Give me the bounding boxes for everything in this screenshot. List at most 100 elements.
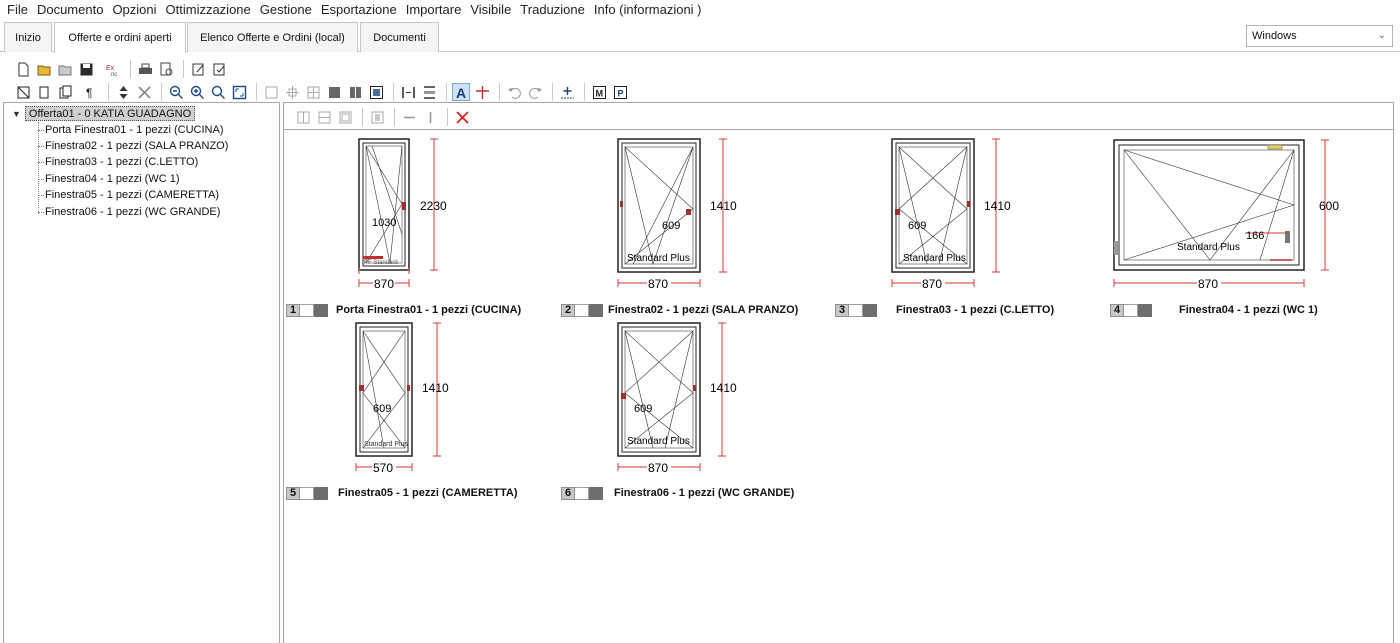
menu-ottimizzazione[interactable]: Ottimizzazione (166, 2, 251, 17)
paste-icon[interactable] (56, 83, 74, 101)
window-width-dim: 570 (373, 461, 393, 475)
frame-icon[interactable] (336, 108, 354, 126)
menu-importare[interactable]: Importare (406, 2, 462, 17)
new-icon[interactable] (14, 60, 32, 78)
window-number: 3 (835, 303, 849, 317)
menu-opzioni[interactable]: Opzioni (112, 2, 156, 17)
window-drawing[interactable]: 1030 PF Standard 2230 (350, 136, 450, 274)
save-icon[interactable] (77, 60, 95, 78)
toolbar-separator (446, 83, 447, 101)
window-drawing[interactable]: 166 Standard Plus 600 (1110, 136, 1350, 274)
window-width-dim: 870 (1198, 277, 1218, 291)
menu-documento[interactable]: Documento (37, 2, 103, 17)
tab-strip: Inizio Offerte e ordini aperti Elenco Of… (0, 18, 1400, 53)
tab-offerte-ordini-aperti[interactable]: Offerte e ordini aperti (54, 22, 186, 53)
window-card-label[interactable]: 2 Finestra02 - 1 pezzi (SALA PRANZO) (561, 302, 798, 318)
window-width-dimension: 570 (355, 460, 413, 475)
window-card-label[interactable]: 5 Finestra05 - 1 pezzi (CAMERETTA) (286, 485, 518, 501)
text-icon[interactable]: A (452, 83, 470, 101)
move-updown-icon[interactable] (114, 83, 132, 101)
delete-icon[interactable] (135, 83, 153, 101)
split-v-icon[interactable] (294, 108, 312, 126)
window-drawing[interactable]: 609 Standard Plus 1410 (613, 136, 743, 274)
layout-window-icon[interactable] (367, 83, 385, 101)
open-folder-icon[interactable] (56, 60, 74, 78)
zoom-out-icon[interactable] (167, 83, 185, 101)
window-title: Finestra04 - 1 pezzi (WC 1) (1179, 304, 1318, 316)
window-sash-dim: 609 (662, 220, 680, 232)
tree-root-label[interactable]: Offerta01 - 0 KATIA GUADAGNO (24, 106, 196, 121)
p-icon[interactable]: P (611, 83, 629, 101)
drawing-toolbar (284, 103, 1393, 130)
zoom-in-icon[interactable] (188, 83, 206, 101)
split-h-icon[interactable] (315, 108, 333, 126)
layout-columns-icon[interactable] (346, 83, 364, 101)
tab-documenti[interactable]: Documenti (360, 22, 439, 52)
tree-root[interactable]: ▼ Offerta01 - 0 KATIA GUADAGNO (12, 106, 196, 121)
undo-icon[interactable] (505, 83, 523, 101)
add-point-icon[interactable] (558, 83, 576, 101)
edit-icon[interactable] (189, 60, 207, 78)
tree-item[interactable]: Finestra03 - 1 pezzi (C.LETTO) (45, 155, 198, 170)
frame2-icon[interactable] (368, 108, 386, 126)
m-icon[interactable]: M (590, 83, 608, 101)
copy-icon[interactable] (35, 83, 53, 101)
menu-esportazione[interactable]: Esportazione (321, 2, 397, 17)
paragraph-icon[interactable]: ¶ (82, 83, 100, 101)
window-card-label[interactable]: 4 Finestra04 - 1 pezzi (WC 1) (1110, 302, 1318, 318)
tree-connector (38, 146, 44, 147)
window-card-label[interactable]: 3 Finestra03 - 1 pezzi (C.LETTO) (835, 302, 1054, 318)
color-swatch-outer (589, 486, 603, 500)
window-height-dim: 1410 (710, 381, 737, 395)
tree-item[interactable]: Finestra04 - 1 pezzi (WC 1) (45, 172, 179, 187)
window-drawing[interactable]: 609 Standard Plus 1410 (613, 320, 743, 458)
close-icon[interactable] (453, 108, 471, 126)
chevron-down-icon[interactable]: ▼ (12, 109, 21, 119)
tree-item[interactable]: Finestra02 - 1 pezzi (SALA PRANZO) (45, 139, 228, 154)
split-v-icon[interactable] (420, 83, 438, 101)
fullscreen-icon[interactable] (230, 83, 248, 101)
print-icon[interactable] (136, 60, 154, 78)
redo-icon[interactable] (526, 83, 544, 101)
frame-icon[interactable] (14, 83, 32, 101)
open-icon[interactable] (35, 60, 53, 78)
tab-inizio[interactable]: Inizio (4, 22, 52, 52)
menu-traduzione[interactable]: Traduzione (520, 2, 585, 17)
window-height-dim: 600 (1319, 199, 1339, 213)
tree-item[interactable]: Finestra06 - 1 pezzi (WC GRANDE) (45, 205, 220, 220)
split-h-icon[interactable] (399, 83, 417, 101)
layout-cross-icon[interactable] (283, 83, 301, 101)
tree-item[interactable]: Finestra05 - 1 pezzi (CAMERETTA) (45, 188, 219, 203)
theme-select[interactable]: Windows ⌄ (1246, 25, 1393, 47)
window-drawing[interactable]: 609 Standard Plus 1410 (887, 136, 1017, 274)
window-width-dimension: 870 (891, 276, 975, 291)
dimension-icon[interactable] (473, 83, 491, 101)
toolbar-separator (394, 108, 395, 126)
tree-item[interactable]: Porta Finestra01 - 1 pezzi (CUCINA) (45, 123, 224, 138)
layout-grid-icon[interactable] (304, 83, 322, 101)
window-card-label[interactable]: 6 Finestra06 - 1 pezzi (WC GRANDE) (561, 485, 794, 501)
minus-icon[interactable] (400, 108, 418, 126)
toolbar-separator (362, 108, 363, 126)
window-drawing[interactable]: 609 Standard Plus 1410 (350, 320, 460, 458)
window-card-label[interactable]: 1 Porta Finestra01 - 1 pezzi (CUCINA) (286, 302, 521, 318)
menu-info[interactable]: Info (informazioni ) (594, 2, 702, 17)
menu-file[interactable]: File (7, 2, 28, 17)
layout-empty-icon[interactable] (262, 83, 280, 101)
window-width-dimension: 870 (617, 460, 701, 475)
color-swatch-inner (1124, 303, 1138, 317)
window-sash-dim: 1030 (372, 217, 396, 229)
menu-visibile[interactable]: Visibile (470, 2, 511, 17)
window-profile: Standard Plus (627, 436, 690, 447)
print-preview-icon[interactable] (157, 60, 175, 78)
color-swatch-inner (849, 303, 863, 317)
bar-icon[interactable] (421, 108, 439, 126)
window-width-dim: 870 (374, 277, 394, 291)
tab-elenco-offerte[interactable]: Elenco Offerte e Ordini (local) (187, 22, 358, 52)
menu-gestione[interactable]: Gestione (260, 2, 312, 17)
layout-fill-icon[interactable] (325, 83, 343, 101)
toolbar-separator (256, 83, 257, 101)
edit-check-icon[interactable] (210, 60, 228, 78)
export-icon[interactable]: Ex nc (104, 60, 122, 78)
zoom-fit-icon[interactable] (209, 83, 227, 101)
